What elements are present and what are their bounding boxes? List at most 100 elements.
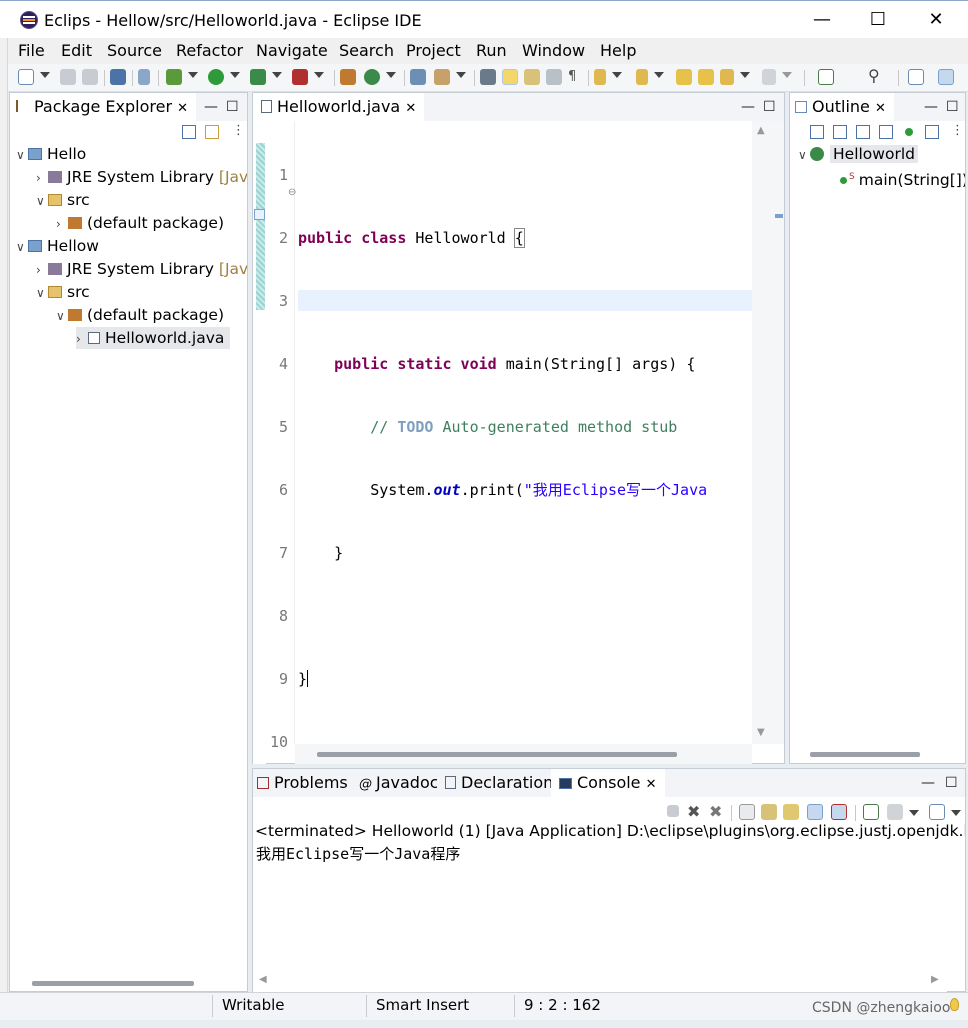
search-icon[interactable]: ⚲: [868, 66, 880, 85]
save-all-icon[interactable]: [82, 69, 98, 85]
debug-dropdown-icon[interactable]: [188, 72, 198, 78]
horizontal-scrollbar[interactable]: [317, 752, 677, 757]
open-type-icon[interactable]: [410, 69, 426, 85]
tab-outline[interactable]: Outline ✕: [790, 93, 894, 121]
close-tab-icon[interactable]: ✕: [405, 101, 416, 116]
tree-item-hellow[interactable]: ∨ Hellow: [16, 235, 99, 257]
minimize-panel-icon[interactable]: —: [924, 99, 938, 115]
menu-source[interactable]: Source: [107, 41, 162, 60]
fold-toggle-icon[interactable]: ⊖: [288, 187, 296, 198]
hide-fields-icon[interactable]: [856, 125, 870, 139]
pin-console-icon[interactable]: [863, 804, 879, 820]
menu-run[interactable]: Run: [476, 41, 507, 60]
word-wrap-icon[interactable]: [783, 804, 799, 820]
block-selection-icon[interactable]: [524, 69, 540, 85]
coverage-icon[interactable]: [250, 69, 266, 85]
outline-item-class[interactable]: ∨ Helloworld: [798, 143, 918, 165]
scroll-left-icon[interactable]: ◀: [259, 974, 267, 985]
new-dropdown-icon[interactable]: [40, 72, 50, 78]
close-tab-icon[interactable]: ✕: [177, 101, 188, 116]
remove-all-launches-icon[interactable]: ✖: [709, 802, 722, 821]
search-tool-icon[interactable]: [434, 69, 450, 85]
tree-item-jre-hellow[interactable]: › JRE System Library [Java: [36, 258, 247, 280]
tab-problems[interactable]: Problems: [253, 769, 356, 797]
view-menu-icon[interactable]: ⋮: [951, 123, 964, 138]
previous-annotation-icon[interactable]: [636, 69, 648, 85]
tree-item-default-package-hellow[interactable]: ∨ (default package): [56, 304, 224, 326]
back-icon[interactable]: [720, 69, 734, 85]
remove-launch-icon[interactable]: ✖: [687, 802, 700, 821]
tab-helloworld-java[interactable]: Helloworld.java ✕: [253, 93, 425, 121]
show-on-stdout-icon[interactable]: [807, 804, 823, 820]
scroll-up-icon[interactable]: ▲: [757, 125, 765, 136]
maximize-panel-icon[interactable]: ☐: [946, 99, 959, 115]
maximize-button[interactable]: ☐: [850, 5, 906, 35]
collapse-all-icon[interactable]: [810, 125, 824, 139]
tab-package-explorer[interactable]: Package Explorer ✕: [10, 93, 197, 121]
menu-refactor[interactable]: Refactor: [176, 41, 243, 60]
save-icon[interactable]: [60, 69, 76, 85]
link-with-editor-icon[interactable]: [205, 125, 219, 139]
skip-breakpoints-icon[interactable]: [138, 69, 150, 85]
menu-help[interactable]: Help: [600, 41, 636, 60]
open-console-dropdown-icon[interactable]: [951, 810, 961, 816]
close-tab-icon[interactable]: ✕: [875, 101, 886, 116]
tree-item-hello[interactable]: ∨ Hello: [16, 143, 86, 165]
new-java-class-icon[interactable]: [364, 69, 380, 85]
pin-editor-icon[interactable]: [818, 69, 834, 85]
open-perspective-icon[interactable]: [908, 69, 924, 85]
collapse-all-icon[interactable]: [182, 125, 196, 139]
maximize-panel-icon[interactable]: ☐: [945, 775, 958, 791]
previous-annotation-dropdown-icon[interactable]: [654, 72, 664, 78]
sort-icon[interactable]: [833, 125, 847, 139]
last-edit-icon[interactable]: [676, 69, 692, 85]
menu-window[interactable]: Window: [522, 41, 585, 60]
tree-item-default-package-hello[interactable]: › (default package): [56, 212, 224, 234]
next-annotation-icon[interactable]: [594, 69, 606, 85]
lightbulb-icon[interactable]: [950, 998, 959, 1011]
console-vertical-scrollbar[interactable]: [947, 841, 965, 971]
terminate-icon[interactable]: [667, 805, 679, 817]
minimize-panel-icon[interactable]: —: [204, 99, 218, 115]
new-java-package-icon[interactable]: [340, 69, 356, 85]
mark-occurrences-icon[interactable]: [502, 69, 518, 85]
scroll-right-icon[interactable]: ▶: [931, 974, 939, 985]
menu-file[interactable]: File: [18, 41, 45, 60]
menu-navigate[interactable]: Navigate: [256, 41, 328, 60]
hide-non-public-icon[interactable]: [905, 128, 913, 136]
tree-item-helloworld-java[interactable]: › Helloworld.java: [76, 327, 231, 349]
forward-icon[interactable]: [762, 69, 776, 85]
maximize-panel-icon[interactable]: ☐: [763, 99, 776, 115]
display-console-dropdown-icon[interactable]: [909, 810, 919, 816]
view-menu-icon[interactable]: ⋮: [232, 123, 245, 138]
maximize-panel-icon[interactable]: ☐: [226, 99, 239, 115]
tab-javadoc[interactable]: @ Javadoc: [351, 769, 447, 797]
tab-declaration[interactable]: Declaration: [437, 769, 562, 797]
new-icon[interactable]: [18, 69, 34, 85]
close-window-button[interactable]: ✕: [908, 5, 964, 35]
scroll-down-icon[interactable]: ▼: [757, 727, 765, 738]
open-console-icon[interactable]: [929, 804, 945, 820]
console-horizontal-scrollbar[interactable]: ◀ ▶: [253, 972, 947, 992]
toggle-annotation-icon[interactable]: [480, 69, 496, 85]
forward-dropdown-icon[interactable]: [782, 72, 792, 78]
minimize-panel-icon[interactable]: —: [741, 99, 755, 115]
debug-icon[interactable]: [166, 69, 182, 85]
scroll-lock-icon[interactable]: [761, 804, 777, 820]
external-tools-dropdown-icon[interactable]: [314, 72, 324, 78]
console-output[interactable]: 我用Eclipse写一个Java程序: [256, 843, 460, 864]
java-perspective-icon[interactable]: [938, 69, 954, 85]
run-icon[interactable]: [208, 69, 224, 85]
forward-edit-icon[interactable]: [698, 69, 714, 85]
next-annotation-dropdown-icon[interactable]: [612, 72, 622, 78]
tab-console[interactable]: Console ✕: [551, 769, 665, 797]
code-area[interactable]: public class Helloworld { public static …: [298, 123, 752, 738]
clear-console-icon[interactable]: [739, 804, 755, 820]
horizontal-scrollbar[interactable]: [810, 752, 920, 757]
hide-static-icon[interactable]: [879, 125, 893, 139]
minimize-panel-icon[interactable]: —: [921, 775, 935, 791]
tree-item-jre-hello[interactable]: › JRE System Library [Java: [36, 166, 247, 188]
run-dropdown-icon[interactable]: [230, 72, 240, 78]
menu-project[interactable]: Project: [406, 41, 461, 60]
terminal-icon[interactable]: [110, 69, 126, 85]
